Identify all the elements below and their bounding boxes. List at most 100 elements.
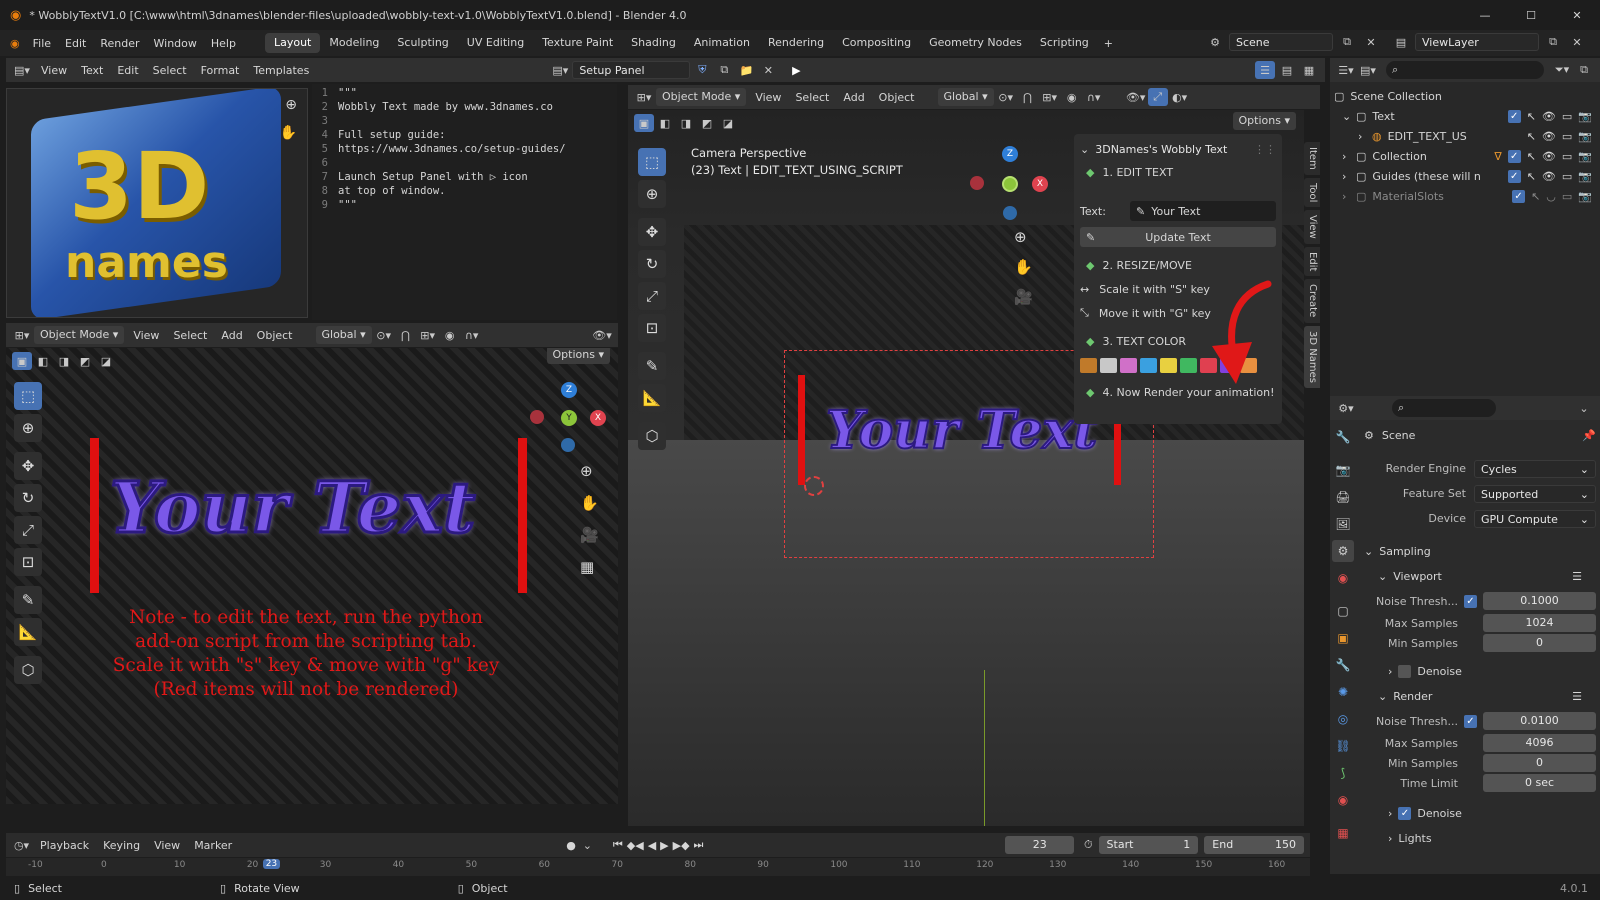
main-menu-select[interactable]: Select — [788, 91, 836, 104]
blender-menu-icon[interactable]: ◉ — [10, 37, 20, 50]
vp-noise-checkbox[interactable]: ✓ — [1464, 594, 1477, 608]
timeline-editor-icon[interactable]: ◷▾ — [12, 836, 31, 854]
render-camera-icon[interactable]: 📷 — [1578, 130, 1592, 143]
new-viewlayer-icon[interactable]: ⧉ — [1543, 33, 1563, 51]
sidebar-tab-create[interactable]: Create — [1304, 279, 1320, 323]
scene-selector[interactable]: Scene — [1229, 33, 1333, 51]
viewlayer-icon[interactable]: ▤ — [1391, 33, 1411, 51]
text-datablock-name[interactable]: Setup Panel — [572, 61, 691, 79]
monitor-icon[interactable]: ▭ — [1562, 110, 1572, 123]
text-editor-code[interactable]: 1 """ 2 Wobbly Text made by www.3dnames.co 3… — [312, 84, 617, 320]
add-cube-tool-icon[interactable]: ⬡ — [638, 422, 666, 450]
left-grid-icon[interactable]: ▦ — [580, 558, 599, 576]
monitor-icon[interactable]: ▭ — [1562, 190, 1572, 203]
select-extend-icon[interactable]: ◧ — [33, 352, 53, 370]
outliner-root[interactable]: ▢ Scene Collection — [1334, 86, 1600, 106]
main-menu-view[interactable]: View — [748, 91, 788, 104]
text-menu-select[interactable]: Select — [146, 64, 194, 77]
syntax-highlight-icon[interactable]: ▦ — [1299, 61, 1319, 79]
left-zoom-icon[interactable]: ⊕ — [580, 462, 599, 480]
measure-tool-icon[interactable]: 📐 — [638, 384, 666, 412]
keyframe-options-icon[interactable]: ⌄ — [578, 836, 597, 854]
viewlayer-selector[interactable]: ViewLayer — [1415, 33, 1539, 51]
tool-tab-icon[interactable]: 🔧 — [1332, 426, 1354, 448]
current-frame-marker[interactable]: 23 — [262, 859, 281, 869]
record-icon[interactable]: ● — [566, 839, 576, 852]
color-swatch[interactable] — [1080, 357, 1097, 373]
new-text-icon[interactable]: ⧉ — [714, 61, 734, 79]
pivot-icon[interactable]: ⊙▾ — [374, 326, 394, 344]
tab-modeling[interactable]: Modeling — [320, 33, 388, 53]
eye-closed-icon[interactable]: ◡ — [1546, 190, 1556, 203]
move-tool-icon[interactable]: ✥ — [638, 218, 666, 246]
panel-drag-icon[interactable]: ⋮⋮ — [1254, 143, 1276, 156]
timeline-menu-view[interactable]: View — [147, 839, 187, 852]
render-tab-icon[interactable]: 📷 — [1332, 459, 1354, 481]
outliner-item-guides[interactable]: › ▢ Guides (these will n ✓ ↖ 👁 ▭ 📷 — [1334, 166, 1600, 186]
current-frame-field[interactable]: 23 — [1005, 836, 1074, 854]
tab-animation[interactable]: Animation — [685, 33, 759, 53]
stopwatch-icon[interactable]: ⏱ — [1084, 838, 1093, 852]
r-noise-field[interactable]: 0.0100 — [1483, 712, 1596, 730]
prev-keyframe-icon[interactable]: ◆◀ — [627, 839, 644, 852]
output-tab-icon[interactable]: 🖨 — [1332, 486, 1354, 508]
select-box-mode-icon[interactable]: ▣ — [634, 114, 654, 132]
remove-viewlayer-icon[interactable]: ✕ — [1567, 33, 1587, 51]
r-min-samples-field[interactable]: 0 — [1483, 754, 1596, 772]
text-input[interactable]: ✎ Your Text — [1130, 201, 1276, 221]
tab-uv-editing[interactable]: UV Editing — [458, 33, 533, 53]
feature-set-dropdown[interactable]: Supported ⌄ — [1474, 484, 1596, 503]
view-layer-tab-icon[interactable]: 🖼 — [1332, 513, 1354, 535]
render-camera-icon[interactable]: 📷 — [1578, 190, 1592, 203]
left-menu-add[interactable]: Add — [214, 329, 249, 342]
vp-max-samples-field[interactable]: 1024 — [1483, 614, 1596, 632]
left-camera-icon[interactable]: 🎥 — [580, 526, 599, 544]
next-keyframe-icon[interactable]: ▶◆ — [673, 839, 690, 852]
select-arrow-icon[interactable]: ↖ — [1531, 190, 1540, 203]
menu-window[interactable]: Window — [147, 37, 204, 50]
properties-search[interactable]: ⌕ — [1392, 399, 1496, 417]
material-tab-icon[interactable]: ◉ — [1332, 789, 1354, 811]
rotate-tool-icon[interactable]: ↻ — [14, 484, 42, 512]
color-swatch[interactable] — [1120, 357, 1137, 373]
cursor-tool-icon[interactable]: ⊕ — [638, 180, 666, 208]
rotate-tool-icon[interactable]: ↻ — [638, 250, 666, 278]
jump-start-icon[interactable]: ⏮ — [613, 838, 623, 852]
tab-compositing[interactable]: Compositing — [833, 33, 920, 53]
left-orientation-selector[interactable]: Global ▾ — [315, 326, 372, 344]
eye-icon[interactable]: 👁 — [1542, 130, 1556, 143]
remove-scene-icon[interactable]: ✕ — [1361, 33, 1381, 51]
monitor-icon[interactable]: ▭ — [1562, 170, 1572, 183]
main-menu-add[interactable]: Add — [836, 91, 871, 104]
select-intersect-icon[interactable]: ◪ — [718, 114, 738, 132]
main-viewport[interactable]: ▣ ◧ ◨ ◩ ◪ Options ▾ ⬚ ⊕ ✥ ↻ ⤢ ⊡ ✎ 📐 ⬡ Ca… — [628, 110, 1304, 826]
vp-min-samples-field[interactable]: 0 — [1483, 634, 1596, 652]
annotate-tool-icon[interactable]: ✎ — [14, 586, 42, 614]
particles-tab-icon[interactable]: ✺ — [1332, 681, 1354, 703]
collection-tab-icon[interactable]: ▢ — [1332, 600, 1354, 622]
outliner-item-materialslots[interactable]: › ▢ MaterialSlots ✓ ↖ ◡ ▭ 📷 — [1334, 186, 1600, 206]
sampling-section[interactable]: ⌄ Sampling — [1364, 539, 1596, 564]
properties-options-icon[interactable]: ⌄ — [1574, 399, 1594, 417]
sidebar-tab-edit[interactable]: Edit — [1304, 246, 1320, 277]
image-zoom-icon[interactable]: ⊕ — [285, 97, 297, 113]
main-navigation-gizmo[interactable]: Z X — [968, 146, 1052, 226]
r-time-limit-field[interactable]: 0 sec — [1483, 774, 1596, 792]
vp-noise-field[interactable]: 0.1000 — [1483, 592, 1596, 610]
sidebar-tab-view[interactable]: View — [1304, 210, 1320, 244]
timeline-menu-keying[interactable]: Keying — [96, 839, 147, 852]
text-menu-format[interactable]: Format — [194, 64, 247, 77]
menu-render[interactable]: Render — [93, 37, 146, 50]
transform-tool-icon[interactable]: ⊡ — [638, 314, 666, 342]
measure-tool-icon[interactable]: 📐 — [14, 618, 42, 646]
main-pan-hand-icon[interactable]: ✋ — [1014, 258, 1033, 276]
text-menu-view[interactable]: View — [34, 64, 74, 77]
display-mode-icon[interactable]: ▤▾ — [1358, 61, 1378, 79]
maximize-icon[interactable]: ☐ — [1508, 9, 1554, 22]
timeline-menu-marker[interactable]: Marker — [187, 839, 239, 852]
snap-magnet-icon[interactable]: ⋂ — [396, 326, 416, 344]
transform-tool-icon[interactable]: ⊡ — [14, 548, 42, 576]
falloff-icon[interactable]: ∩▾ — [462, 326, 482, 344]
scene-icon[interactable]: ⚙ — [1205, 33, 1225, 51]
play-icon[interactable]: ▶ — [660, 839, 668, 852]
